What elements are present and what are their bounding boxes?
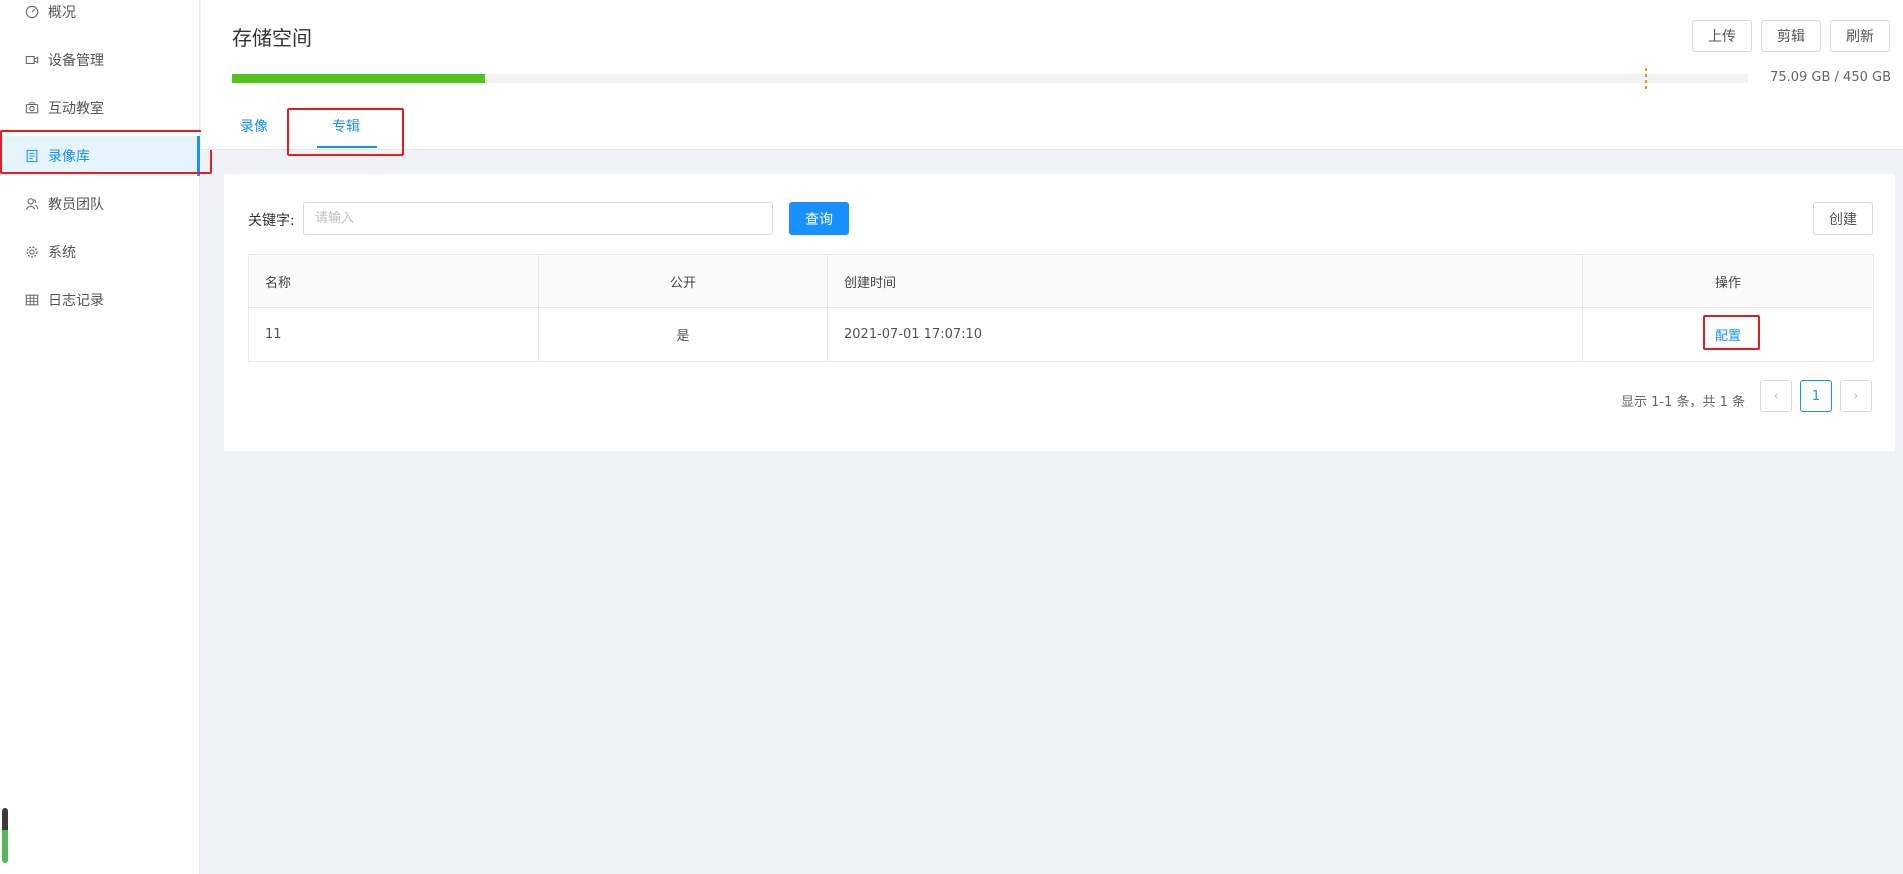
table-row: 11 是 2021-07-01 17:07:10 配置 xyxy=(249,308,1873,361)
sidebar-item-label: 教员团队 xyxy=(48,197,104,213)
sidebar-item-interactive-classroom[interactable]: 互动教室 xyxy=(0,88,200,128)
column-header-actions: 操作 xyxy=(1714,275,1741,291)
camera-icon xyxy=(24,52,40,68)
prev-page-button[interactable]: ‹ xyxy=(1760,380,1792,412)
chevron-left-icon: ‹ xyxy=(1773,388,1779,404)
sidebar-item-devices[interactable]: 设备管理 xyxy=(0,40,200,80)
edit-button[interactable]: 剪辑 xyxy=(1761,20,1821,52)
storage-progress-fill xyxy=(232,74,486,83)
next-page-button[interactable]: › xyxy=(1840,380,1872,412)
book-icon xyxy=(24,148,40,164)
refresh-button[interactable]: 刷新 xyxy=(1830,20,1890,52)
configure-link[interactable]: 配置 xyxy=(1715,325,1741,344)
sidebar: 概况 设备管理 互动教室 录像库 教员团队 系统 日志记录 xyxy=(0,0,200,874)
dashboard-icon xyxy=(24,4,40,20)
sidebar-item-overview[interactable]: 概况 xyxy=(0,0,200,32)
sidebar-item-label: 系统 xyxy=(48,245,76,261)
sidebar-item-video-library[interactable]: 录像库 xyxy=(0,136,200,176)
storage-progress-bar xyxy=(232,74,1748,83)
sidebar-item-system[interactable]: 系统 xyxy=(0,232,200,272)
sidebar-item-label: 日志记录 xyxy=(48,293,104,309)
album-list-card: 关键字: 查询 创建 名称 公开 创建时间 操作 11 是 2021-07-01… xyxy=(224,174,1895,451)
sidebar-item-label: 设备管理 xyxy=(48,53,104,69)
storage-threshold-marker xyxy=(1645,68,1647,90)
keyword-label: 关键字: xyxy=(248,213,295,229)
upload-button[interactable]: 上传 xyxy=(1692,20,1752,52)
keyword-input[interactable] xyxy=(303,202,773,235)
column-header-public: 公开 xyxy=(539,255,828,307)
active-tab-indicator xyxy=(317,146,377,148)
cell-actions: 配置 xyxy=(1583,308,1873,361)
sidebar-item-label: 录像库 xyxy=(48,149,90,165)
photo-camera-icon xyxy=(24,100,40,116)
sidebar-item-teaching-team[interactable]: 教员团队 xyxy=(0,184,200,224)
sidebar-scrollbar[interactable] xyxy=(2,808,8,863)
cell-public: 是 xyxy=(539,308,828,361)
header-divider xyxy=(201,149,1903,150)
column-header-created-time: 创建时间 xyxy=(828,255,1583,307)
storage-header: 存储空间 上传 剪辑 刷新 75.09 GB / 450 GB 录像 专辑 xyxy=(201,0,1903,150)
query-button[interactable]: 查询 xyxy=(789,202,849,235)
column-header-name: 名称 xyxy=(249,255,539,307)
sidebar-item-logs[interactable]: 日志记录 xyxy=(0,280,200,320)
tab-recordings[interactable]: 录像 xyxy=(240,116,268,136)
tab-albums[interactable]: 专辑 xyxy=(332,116,360,136)
album-table: 名称 公开 创建时间 操作 11 是 2021-07-01 17:07:10 配… xyxy=(248,254,1874,362)
table-header-row: 名称 公开 创建时间 操作 xyxy=(249,255,1873,308)
gear-icon xyxy=(24,244,40,260)
sidebar-item-label: 概况 xyxy=(48,5,76,21)
create-button[interactable]: 创建 xyxy=(1813,202,1873,235)
cell-name: 11 xyxy=(249,308,539,361)
sidebar-item-label: 互动教室 xyxy=(48,101,104,117)
table-icon xyxy=(24,292,40,308)
page-title: 存储空间 xyxy=(232,26,312,50)
pagination-summary: 显示 1-1 条，共 1 条 xyxy=(1621,395,1746,410)
page-number-button[interactable]: 1 xyxy=(1800,380,1832,412)
storage-usage-text: 75.09 GB / 450 GB xyxy=(1770,70,1891,85)
chevron-right-icon: › xyxy=(1853,388,1859,404)
team-icon xyxy=(24,196,40,212)
cell-created-time: 2021-07-01 17:07:10 xyxy=(828,308,1583,361)
